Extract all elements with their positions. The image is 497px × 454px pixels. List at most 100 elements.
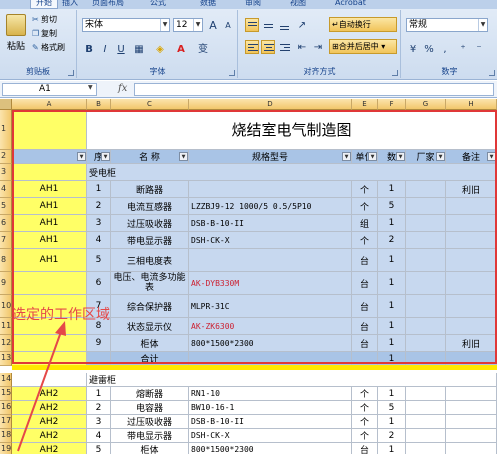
table1-cell-d[interactable]: 800*1500*2300	[189, 335, 352, 352]
tab-formulas[interactable]: 公式	[150, 0, 166, 9]
table1-cell-h[interactable]: 利旧	[446, 181, 497, 198]
tab-page-layout[interactable]: 页面布局	[92, 0, 124, 9]
row-header-6[interactable]: 6	[0, 215, 12, 232]
table2-cell-f[interactable]: 5	[378, 401, 406, 415]
column-header-b[interactable]: B	[87, 99, 111, 110]
table1-cell-c[interactable]: 综合保护器	[111, 295, 189, 318]
alignment-launcher-icon[interactable]	[392, 70, 398, 76]
copy-button[interactable]: ❐ 复制	[32, 28, 57, 40]
table1-cell-e[interactable]: 个	[352, 198, 378, 215]
clipboard-launcher-icon[interactable]	[68, 70, 74, 76]
filter-dropdown-icon[interactable]: ▼	[487, 152, 496, 161]
tab-acrobat[interactable]: Acrobat	[335, 0, 366, 9]
table1-cell-b[interactable]: 4	[87, 232, 111, 249]
table1-cell-g[interactable]	[406, 272, 446, 295]
sheet-title[interactable]: 烧结室电气制造图	[87, 110, 497, 150]
table2-cell-d[interactable]: DSH-CK-X	[189, 429, 352, 443]
tab-data[interactable]: 数据	[200, 0, 216, 9]
decrease-decimal-button[interactable]: ⁻	[472, 42, 486, 56]
column-header-g[interactable]: G	[406, 99, 446, 110]
filter-dropdown-icon[interactable]: ▼	[342, 152, 351, 161]
select-all-corner[interactable]	[0, 99, 12, 110]
table1-cell-c[interactable]: 电流互感器	[111, 198, 189, 215]
table1-cell-e[interactable]: 台	[352, 318, 378, 335]
chevron-down-icon[interactable]: ▼	[160, 19, 169, 31]
table2-cell-g[interactable]	[406, 401, 446, 415]
grow-font-button[interactable]: A	[206, 18, 220, 32]
row-header-5[interactable]: 5	[0, 198, 12, 215]
currency-button[interactable]: ¥	[406, 42, 420, 56]
header-cell-a[interactable]	[12, 150, 87, 164]
table1-cell-h[interactable]	[446, 232, 497, 249]
font-launcher-icon[interactable]	[229, 70, 235, 76]
filter-dropdown-icon[interactable]: ▼	[77, 152, 86, 161]
table2-cell-d[interactable]: RN1-10	[189, 387, 352, 401]
row-header-3[interactable]: 3	[0, 164, 12, 181]
table2-cell-b[interactable]: 2	[87, 401, 111, 415]
table2-cell-f[interactable]: 2	[378, 429, 406, 443]
table1-cell-d[interactable]: AK-ZK6300	[189, 318, 352, 335]
row-header-7[interactable]: 7	[0, 232, 12, 249]
table1-cell-c[interactable]: 带电显示器	[111, 232, 189, 249]
format-painter-button[interactable]: ✎ 格式刷	[32, 42, 65, 54]
table1-cell-b[interactable]: 2	[87, 198, 111, 215]
bold-button[interactable]: B	[82, 42, 96, 56]
table1-cell-e[interactable]: 台	[352, 335, 378, 352]
italic-button[interactable]: I	[98, 42, 112, 56]
align-bottom-button[interactable]	[277, 18, 291, 32]
align-left-button[interactable]	[245, 40, 259, 54]
chevron-down-icon[interactable]: ▼	[88, 84, 93, 91]
table1-cell-f[interactable]: 5	[378, 198, 406, 215]
table2-cell-f[interactable]: 1	[378, 387, 406, 401]
merge-center-button[interactable]: ⊞合并后居中 ▾	[329, 39, 397, 54]
table2-cell-d[interactable]: BW10-16-1	[189, 401, 352, 415]
table1-cell-a[interactable]: AH1	[12, 198, 87, 215]
tab-review[interactable]: 审阅	[245, 0, 261, 9]
cut-button[interactable]: ✂ 剪切	[32, 14, 57, 26]
table2-cell-c[interactable]: 电容器	[111, 401, 189, 415]
table1-cell-d[interactable]: AK-DYB330M	[189, 272, 352, 295]
table1-cell-g[interactable]	[406, 232, 446, 249]
chevron-down-icon[interactable]: ▾	[379, 42, 385, 51]
column-header-a[interactable]: A	[12, 99, 87, 110]
table1-cell-h[interactable]	[446, 272, 497, 295]
table1-cell-g[interactable]	[406, 198, 446, 215]
table1-cell-b[interactable]: 9	[87, 335, 111, 352]
table1-cell-g[interactable]	[406, 249, 446, 272]
table1-cell-e[interactable]: 台	[352, 272, 378, 295]
row-header-4[interactable]: 4	[0, 181, 12, 198]
total-cell-b[interactable]	[87, 352, 111, 366]
number-launcher-icon[interactable]	[489, 70, 495, 76]
shrink-font-button[interactable]: A	[221, 18, 235, 32]
table1-cell-d[interactable]	[189, 181, 352, 198]
row-header-2[interactable]: 2	[0, 150, 12, 164]
table1-cell-h[interactable]	[446, 249, 497, 272]
font-size-combo[interactable]: 12 ▼	[173, 18, 203, 32]
table1-cell-f[interactable]: 1	[378, 272, 406, 295]
total-value[interactable]: 1	[378, 352, 406, 366]
table1-cell-f[interactable]: 1	[378, 215, 406, 232]
table2-cell-c[interactable]: 带电显示器	[111, 429, 189, 443]
function-icon[interactable]: fx	[118, 83, 127, 94]
table1-cell-f[interactable]: 1	[378, 249, 406, 272]
table1-cell-a[interactable]: AH1	[12, 181, 87, 198]
table1-cell-g[interactable]	[406, 181, 446, 198]
table1-cell-h[interactable]	[446, 198, 497, 215]
row-header-1[interactable]: 1	[0, 110, 12, 150]
table2-cell-b[interactable]: 5	[87, 443, 111, 454]
table1-cell-c[interactable]: 三相电度表	[111, 249, 189, 272]
chevron-down-icon[interactable]: ▼	[193, 19, 202, 31]
table1-cell-d[interactable]: DSH-CK-X	[189, 232, 352, 249]
total-label[interactable]: 合计	[111, 352, 189, 366]
total-cell-e[interactable]	[352, 352, 378, 366]
table1-cell-b[interactable]: 6	[87, 272, 111, 295]
table1-cell-h[interactable]	[446, 295, 497, 318]
table1-cell-f[interactable]: 1	[378, 318, 406, 335]
table1-cell-g[interactable]	[406, 295, 446, 318]
table2-cell-b[interactable]: 3	[87, 415, 111, 429]
table2-cell-g[interactable]	[406, 415, 446, 429]
header-cell-d[interactable]: 规格型号	[189, 150, 352, 164]
table1-cell-a[interactable]	[12, 272, 87, 295]
table2-cell-c[interactable]: 过压吸收器	[111, 415, 189, 429]
table2-cell-d[interactable]: DSB-B-10-II	[189, 415, 352, 429]
